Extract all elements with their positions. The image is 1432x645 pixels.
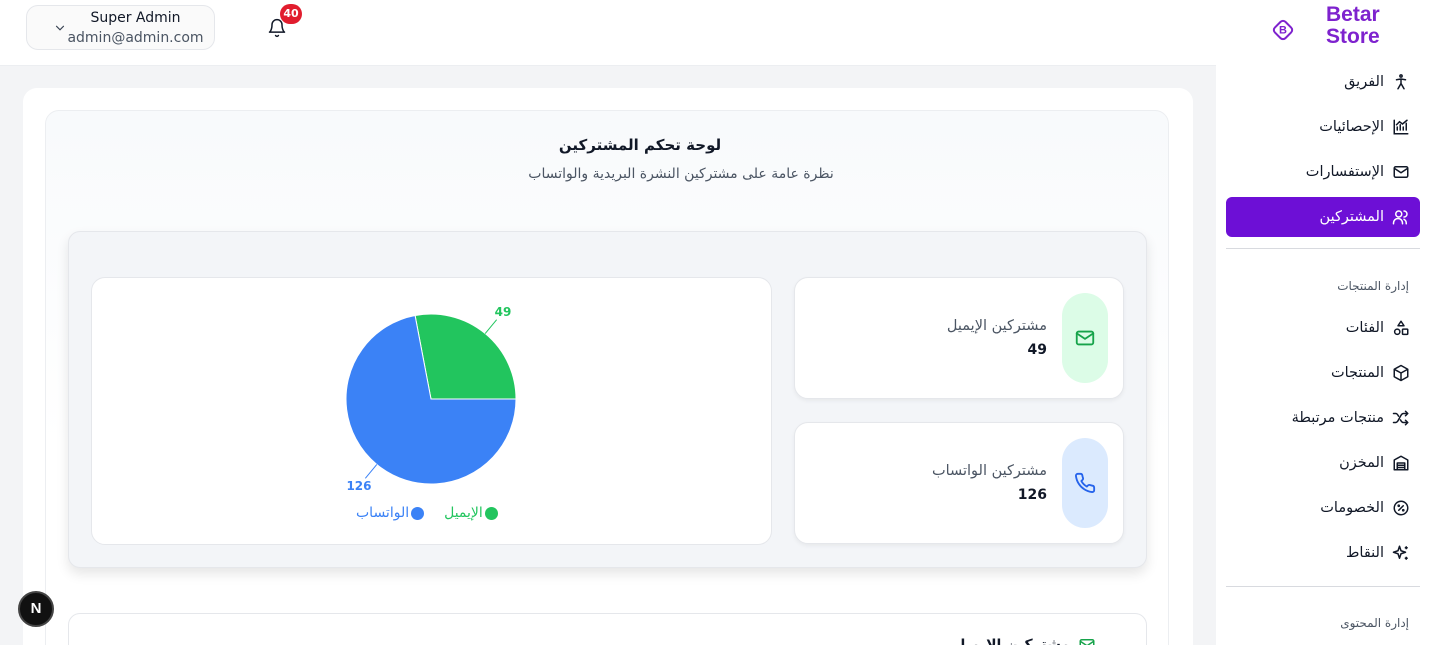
stat-card-email: مشتركين الإيميل 49 — [794, 277, 1124, 399]
sidebar-divider — [1226, 248, 1420, 249]
mail-icon — [1075, 330, 1095, 346]
legend-label-whatsapp: الواتساب — [356, 505, 410, 521]
svg-text:B: B — [1279, 25, 1287, 37]
sidebar-divider — [1226, 586, 1420, 587]
phone-icon — [1075, 472, 1096, 493]
sidebar-item-inquiries[interactable]: الإستفسارات — [1226, 152, 1420, 192]
sidebar-item-statistics[interactable]: الإحصائيات — [1226, 107, 1420, 147]
box-icon — [1393, 364, 1409, 382]
framework-badge[interactable]: N — [18, 591, 54, 627]
sidebar-item-products[interactable]: المنتجات — [1226, 353, 1420, 393]
sidebar-item-label: المنتجات — [1330, 365, 1384, 381]
sidebar-item-label: المخزن — [1339, 455, 1384, 471]
pie-label-line-0 — [484, 319, 498, 334]
shuffle-icon — [1392, 410, 1409, 426]
stat-value: 49 — [1027, 342, 1047, 358]
pie-label-line-1 — [364, 464, 378, 479]
logo-text: Betar Store — [1326, 3, 1380, 48]
email-subscribers-card-title: مشتركين الإيميل — [953, 636, 1096, 645]
sidebar-item-related-products[interactable]: منتجات مرتبطة — [1226, 398, 1420, 438]
stat-label: مشتركين الواتساب — [931, 463, 1047, 479]
chevron-down-icon — [55, 25, 65, 31]
legend-label-email: الإيميل — [444, 505, 483, 521]
users-icon — [1392, 210, 1408, 225]
legend-dot-whatsapp — [411, 506, 425, 520]
pie-slice-0[interactable] — [414, 313, 517, 400]
sidebar-item-discounts[interactable]: الخصومات — [1226, 488, 1420, 528]
sidebar-item-label: النقاط — [1346, 545, 1384, 561]
sidebar-item-subscribers[interactable]: المشتركين — [1226, 197, 1420, 237]
legend-dot-email — [484, 506, 498, 520]
sidebar-item-label: الفئات — [1345, 320, 1384, 336]
legend-item-whatsapp[interactable]: الواتساب — [356, 505, 425, 521]
stat-value: 126 — [1017, 487, 1047, 503]
shapes-icon — [1393, 320, 1409, 336]
sidebar-item-warehouse[interactable]: المخزن — [1226, 443, 1420, 483]
mail-icon — [1393, 166, 1409, 178]
top-header: Super Admin admin@admin.com 40 — [0, 0, 1216, 66]
sidebar-item-label: الفريق — [1344, 74, 1384, 90]
legend-item-email[interactable]: الإيميل — [444, 505, 498, 521]
chart-legend: الإيميل الواتساب — [356, 505, 498, 521]
sidebar-item-label: منتجات مرتبطة — [1291, 410, 1384, 426]
stat-card-whatsapp: مشتركين الواتساب 126 — [794, 422, 1124, 544]
notification-badge: 40 — [280, 4, 302, 24]
mail-icon — [1079, 639, 1095, 645]
sidebar-item-label: المشتركين — [1319, 209, 1384, 225]
percent-badge-icon — [1393, 500, 1409, 516]
stat-icon-email — [1062, 293, 1108, 383]
betar-logo-icon: B — [1272, 19, 1294, 41]
user-name: Super Admin — [90, 10, 181, 26]
sparkles-icon — [1392, 545, 1408, 560]
user-menu-button[interactable]: Super Admin admin@admin.com — [26, 5, 215, 50]
stat-icon-whatsapp — [1062, 438, 1108, 528]
page-subtitle: نظرة عامة على مشتركين النشرة البريدية وا… — [528, 166, 834, 182]
sidebar: B Betar Store الفريق الإحصائيات الإستفسا… — [1216, 0, 1432, 645]
person-icon — [1395, 74, 1407, 90]
page-title: لوحة تحكم المشتركين — [558, 136, 722, 154]
sidebar-item-categories[interactable]: الفئات — [1226, 308, 1420, 348]
sidebar-item-label: الإحصائيات — [1319, 119, 1384, 135]
sidebar-item-label: الخصومات — [1320, 500, 1384, 516]
warehouse-icon — [1393, 455, 1409, 471]
email-subscribers-card: مشتركين الإيميل — [68, 613, 1147, 645]
sidebar-item-team[interactable]: الفريق — [1226, 62, 1420, 102]
sidebar-item-points[interactable]: النقاط — [1226, 533, 1420, 573]
section-label-products: إدارة المنتجات — [1337, 279, 1409, 293]
stat-label: مشتركين الإيميل — [946, 318, 1047, 334]
pie-data-label-0: 49 — [495, 305, 512, 319]
section-label-content: إدارة المحتوى — [1340, 616, 1409, 630]
user-email: admin@admin.com — [67, 30, 204, 46]
sidebar-item-label: الإستفسارات — [1305, 164, 1384, 180]
chart-icon — [1393, 119, 1409, 135]
pie-data-label-1: 126 — [346, 479, 371, 493]
